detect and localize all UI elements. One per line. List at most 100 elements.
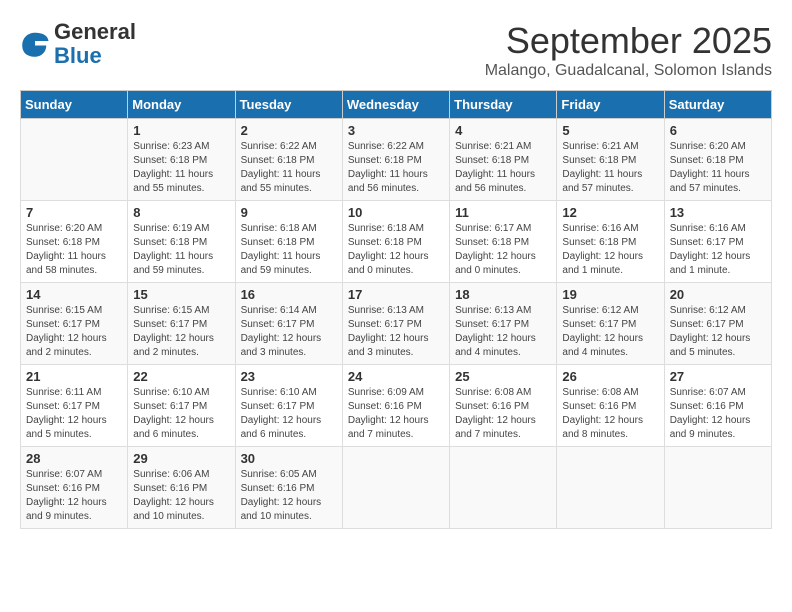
week-row-1: 7 Sunrise: 6:20 AMSunset: 6:18 PMDaylight… [21, 201, 772, 283]
day-number: 1 [133, 123, 229, 138]
calendar-header: SundayMondayTuesdayWednesdayThursdayFrid… [21, 91, 772, 119]
day-info: Sunrise: 6:12 AMSunset: 6:17 PMDaylight:… [670, 304, 766, 360]
day-number: 5 [562, 123, 658, 138]
page-header: General Blue September 2025 Malango, Gua… [20, 20, 772, 80]
header-tuesday: Tuesday [235, 91, 342, 119]
day-number: 4 [455, 123, 551, 138]
day-info: Sunrise: 6:13 AMSunset: 6:17 PMDaylight:… [348, 304, 444, 360]
day-info: Sunrise: 6:19 AMSunset: 6:18 PMDaylight:… [133, 222, 229, 278]
logo-icon [20, 29, 50, 59]
day-info: Sunrise: 6:07 AMSunset: 6:16 PMDaylight:… [670, 386, 766, 442]
day-number: 2 [241, 123, 337, 138]
day-info: Sunrise: 6:10 AMSunset: 6:17 PMDaylight:… [133, 386, 229, 442]
day-number: 28 [26, 451, 122, 466]
day-number: 20 [670, 287, 766, 302]
day-info: Sunrise: 6:08 AMSunset: 6:16 PMDaylight:… [455, 386, 551, 442]
day-cell [21, 119, 128, 201]
day-number: 6 [670, 123, 766, 138]
day-info: Sunrise: 6:21 AMSunset: 6:18 PMDaylight:… [562, 140, 658, 196]
day-cell: 24Sunrise: 6:09 AMSunset: 6:16 PMDayligh… [342, 365, 449, 447]
day-cell: 5 Sunrise: 6:21 AMSunset: 6:18 PMDaylight… [557, 119, 664, 201]
day-cell: 10 Sunrise: 6:18 AMSunset: 6:18 PMDayligh… [342, 201, 449, 283]
day-number: 13 [670, 205, 766, 220]
day-cell: 29 Sunrise: 6:06 AMSunset: 6:16 PMDayligh… [128, 447, 235, 529]
day-info: Sunrise: 6:14 AMSunset: 6:17 PMDaylight:… [241, 304, 337, 360]
day-info: Sunrise: 6:06 AMSunset: 6:16 PMDaylight:… [133, 468, 229, 524]
day-cell: 28 Sunrise: 6:07 AMSunset: 6:16 PMDayligh… [21, 447, 128, 529]
month-title: September 2025 [485, 20, 772, 62]
logo-blue-text: Blue [54, 44, 136, 68]
day-number: 15 [133, 287, 229, 302]
day-cell [450, 447, 557, 529]
day-number: 11 [455, 205, 551, 220]
day-number: 30 [241, 451, 337, 466]
day-number: 16 [241, 287, 337, 302]
day-cell: 19Sunrise: 6:12 AMSunset: 6:17 PMDayligh… [557, 283, 664, 365]
day-number: 22 [133, 369, 229, 384]
day-cell: 17 Sunrise: 6:13 AMSunset: 6:17 PMDayligh… [342, 283, 449, 365]
day-cell: 25 Sunrise: 6:08 AMSunset: 6:16 PMDayligh… [450, 365, 557, 447]
day-number: 25 [455, 369, 551, 384]
day-cell: 8Sunrise: 6:19 AMSunset: 6:18 PMDaylight… [128, 201, 235, 283]
day-info: Sunrise: 6:18 AMSunset: 6:18 PMDaylight:… [348, 222, 444, 278]
header-saturday: Saturday [664, 91, 771, 119]
day-number: 21 [26, 369, 122, 384]
title-block: September 2025 Malango, Guadalcanal, Sol… [485, 20, 772, 80]
day-info: Sunrise: 6:22 AMSunset: 6:18 PMDaylight:… [241, 140, 337, 196]
day-info: Sunrise: 6:10 AMSunset: 6:17 PMDaylight:… [241, 386, 337, 442]
header-wednesday: Wednesday [342, 91, 449, 119]
day-cell: 21 Sunrise: 6:11 AMSunset: 6:17 PMDayligh… [21, 365, 128, 447]
day-number: 12 [562, 205, 658, 220]
day-info: Sunrise: 6:07 AMSunset: 6:16 PMDaylight:… [26, 468, 122, 524]
day-cell: 20 Sunrise: 6:12 AMSunset: 6:17 PMDayligh… [664, 283, 771, 365]
day-info: Sunrise: 6:15 AMSunset: 6:17 PMDaylight:… [133, 304, 229, 360]
day-info: Sunrise: 6:23 AMSunset: 6:18 PMDaylight:… [133, 140, 229, 196]
day-info: Sunrise: 6:16 AMSunset: 6:18 PMDaylight:… [562, 222, 658, 278]
day-cell: 11 Sunrise: 6:17 AMSunset: 6:18 PMDayligh… [450, 201, 557, 283]
day-cell: 2 Sunrise: 6:22 AMSunset: 6:18 PMDaylight… [235, 119, 342, 201]
day-cell: 13Sunrise: 6:16 AMSunset: 6:17 PMDayligh… [664, 201, 771, 283]
logo: General Blue [20, 20, 136, 68]
week-row-4: 28 Sunrise: 6:07 AMSunset: 6:16 PMDayligh… [21, 447, 772, 529]
day-cell: 16 Sunrise: 6:14 AMSunset: 6:17 PMDayligh… [235, 283, 342, 365]
day-number: 14 [26, 287, 122, 302]
calendar-body: 1 Sunrise: 6:23 AMSunset: 6:18 PMDaylight… [21, 119, 772, 529]
day-info: Sunrise: 6:21 AMSunset: 6:18 PMDaylight:… [455, 140, 551, 196]
day-cell: 27Sunrise: 6:07 AMSunset: 6:16 PMDayligh… [664, 365, 771, 447]
day-number: 17 [348, 287, 444, 302]
day-cell: 7 Sunrise: 6:20 AMSunset: 6:18 PMDaylight… [21, 201, 128, 283]
week-row-2: 14 Sunrise: 6:15 AMSunset: 6:17 PMDayligh… [21, 283, 772, 365]
day-number: 24 [348, 369, 444, 384]
day-cell: 1 Sunrise: 6:23 AMSunset: 6:18 PMDaylight… [128, 119, 235, 201]
header-thursday: Thursday [450, 91, 557, 119]
header-row: SundayMondayTuesdayWednesdayThursdayFrid… [21, 91, 772, 119]
header-sunday: Sunday [21, 91, 128, 119]
location-subtitle: Malango, Guadalcanal, Solomon Islands [485, 62, 772, 80]
day-number: 18 [455, 287, 551, 302]
day-number: 26 [562, 369, 658, 384]
day-cell: 14 Sunrise: 6:15 AMSunset: 6:17 PMDayligh… [21, 283, 128, 365]
day-info: Sunrise: 6:17 AMSunset: 6:18 PMDaylight:… [455, 222, 551, 278]
day-number: 7 [26, 205, 122, 220]
day-info: Sunrise: 6:20 AMSunset: 6:18 PMDaylight:… [26, 222, 122, 278]
day-cell [557, 447, 664, 529]
day-info: Sunrise: 6:15 AMSunset: 6:17 PMDaylight:… [26, 304, 122, 360]
day-info: Sunrise: 6:20 AMSunset: 6:18 PMDaylight:… [670, 140, 766, 196]
day-cell: 9Sunrise: 6:18 AMSunset: 6:18 PMDaylight… [235, 201, 342, 283]
header-friday: Friday [557, 91, 664, 119]
day-cell: 22 Sunrise: 6:10 AMSunset: 6:17 PMDayligh… [128, 365, 235, 447]
calendar-table: SundayMondayTuesdayWednesdayThursdayFrid… [20, 90, 772, 529]
day-info: Sunrise: 6:05 AMSunset: 6:16 PMDaylight:… [241, 468, 337, 524]
day-number: 29 [133, 451, 229, 466]
day-cell: 4 Sunrise: 6:21 AMSunset: 6:18 PMDaylight… [450, 119, 557, 201]
day-number: 9 [241, 205, 337, 220]
header-monday: Monday [128, 91, 235, 119]
day-info: Sunrise: 6:11 AMSunset: 6:17 PMDaylight:… [26, 386, 122, 442]
day-number: 10 [348, 205, 444, 220]
day-cell [664, 447, 771, 529]
day-cell: 15 Sunrise: 6:15 AMSunset: 6:17 PMDayligh… [128, 283, 235, 365]
week-row-0: 1 Sunrise: 6:23 AMSunset: 6:18 PMDaylight… [21, 119, 772, 201]
day-number: 19 [562, 287, 658, 302]
day-cell [342, 447, 449, 529]
day-info: Sunrise: 6:08 AMSunset: 6:16 PMDaylight:… [562, 386, 658, 442]
